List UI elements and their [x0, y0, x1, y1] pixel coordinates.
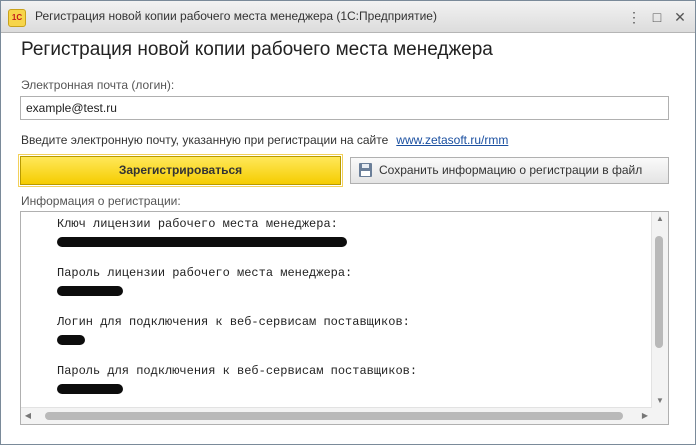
service-password-label: Пароль для подключения к веб-сервисам по… [57, 364, 418, 378]
site-link[interactable]: www.zetasoft.ru/rmm [396, 133, 508, 147]
more-actions-icon[interactable]: ⋮ [624, 7, 644, 27]
redacted-service-password [57, 384, 123, 394]
close-icon[interactable]: ✕ [670, 7, 690, 27]
scrollbar-corner [652, 408, 668, 424]
service-login-label: Логин для подключения к веб-сервисам пос… [57, 315, 410, 329]
scroll-left-icon[interactable]: ◀ [21, 408, 35, 424]
service-login-value [57, 330, 417, 363]
license-password-value [57, 281, 417, 314]
vertical-scrollbar[interactable]: ▲ ▼ [651, 212, 668, 408]
info-label: Информация о регистрации: [21, 194, 181, 208]
save-to-file-button[interactable]: Сохранить информацию о регистрации в фай… [350, 157, 669, 184]
title-bar: 1C Регистрация новой копии рабочего мест… [1, 1, 695, 33]
registration-info-textarea[interactable]: Ключ лицензии рабочего места менеджера: … [20, 211, 669, 425]
redacted-service-login [57, 335, 85, 345]
horizontal-scroll-thumb[interactable] [45, 412, 623, 420]
save-to-file-label: Сохранить информацию о регистрации в фай… [379, 163, 643, 177]
register-button[interactable]: Зарегистрироваться [18, 154, 343, 187]
scroll-up-icon[interactable]: ▲ [652, 212, 668, 226]
license-key-value [57, 232, 417, 265]
redacted-license-key [57, 237, 347, 247]
registration-info-content: Ключ лицензии рабочего места менеджера: … [57, 216, 417, 412]
license-password-label: Пароль лицензии рабочего места менеджера… [57, 266, 353, 280]
redacted-license-password [57, 286, 123, 296]
email-input[interactable]: example@test.ru [20, 96, 669, 120]
email-hint: Введите электронную почту, указанную при… [21, 133, 508, 147]
scroll-down-icon[interactable]: ▼ [652, 394, 668, 408]
vertical-scroll-thumb[interactable] [655, 236, 663, 348]
hint-text: Введите электронную почту, указанную при… [21, 133, 389, 147]
scroll-right-icon[interactable]: ▶ [638, 408, 652, 424]
floppy-disk-icon [359, 163, 372, 177]
license-key-label: Ключ лицензии рабочего места менеджера: [57, 217, 338, 231]
maximize-icon[interactable]: □ [647, 7, 667, 27]
registration-window: 1C Регистрация новой копии рабочего мест… [0, 0, 696, 445]
email-label: Электронная почта (логин): [21, 78, 175, 92]
form-heading: Регистрация новой копии рабочего места м… [21, 39, 493, 60]
window-title: Регистрация новой копии рабочего места м… [35, 9, 437, 23]
horizontal-scrollbar[interactable]: ◀ ▶ [21, 407, 652, 424]
1c-app-icon: 1C [8, 9, 26, 27]
